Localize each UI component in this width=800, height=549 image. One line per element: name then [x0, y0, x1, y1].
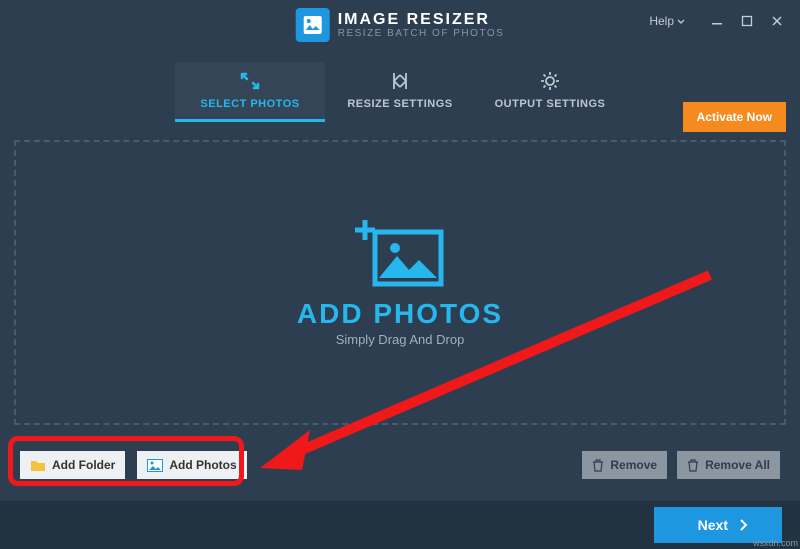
drop-subtitle: Simply Drag And Drop [336, 332, 465, 347]
watermark: wsxdn.com [753, 538, 798, 548]
app-title: IMAGE RESIZER [338, 11, 505, 29]
help-label: Help [649, 14, 674, 28]
output-icon [538, 70, 562, 92]
remove-button[interactable]: Remove [582, 451, 667, 479]
trash-icon [687, 459, 699, 472]
help-menu[interactable]: Help [641, 10, 694, 32]
maximize-button[interactable] [732, 9, 762, 33]
tab-label: OUTPUT SETTINGS [495, 98, 606, 110]
toolbar: Add Folder Add Photos Remove Remove All [0, 451, 800, 479]
trash-icon [592, 459, 604, 472]
app-logo: IMAGE RESIZER RESIZE BATCH OF PHOTOS [296, 8, 505, 42]
app-logo-icon [296, 8, 330, 42]
add-photos-button[interactable]: Add Photos [137, 451, 246, 479]
select-icon [238, 70, 262, 92]
button-label: Remove [610, 458, 657, 472]
app-subtitle: RESIZE BATCH OF PHOTOS [338, 28, 505, 39]
tab-label: RESIZE SETTINGS [347, 98, 452, 110]
button-label: Add Photos [169, 458, 236, 472]
activate-button[interactable]: Activate Now [683, 102, 786, 132]
tab-select-photos[interactable]: SELECT PHOTOS [175, 62, 325, 122]
resize-icon [388, 70, 412, 92]
footer: Next [0, 501, 800, 549]
add-folder-button[interactable]: Add Folder [20, 451, 125, 479]
add-photos-icon [355, 218, 445, 288]
folder-icon [30, 459, 46, 472]
drop-zone[interactable]: ADD PHOTOS Simply Drag And Drop [14, 140, 786, 425]
chevron-down-icon [676, 16, 686, 26]
photo-icon [147, 459, 163, 472]
remove-all-button[interactable]: Remove All [677, 451, 780, 479]
drop-title: ADD PHOTOS [297, 298, 503, 330]
button-label: Next [698, 517, 728, 533]
tab-output-settings[interactable]: OUTPUT SETTINGS [475, 62, 625, 122]
tab-bar: SELECT PHOTOS RESIZE SETTINGS OUTPUT SET… [0, 62, 800, 122]
minimize-button[interactable] [702, 9, 732, 33]
tab-label: SELECT PHOTOS [200, 98, 299, 110]
button-label: Add Folder [52, 458, 115, 472]
activate-label: Activate Now [697, 110, 772, 124]
chevron-right-icon [738, 519, 748, 531]
app-window: Help IMAGE RESIZER RESIZE BATCH OF PHOTO… [0, 0, 800, 549]
close-button[interactable] [762, 9, 792, 33]
tab-resize-settings[interactable]: RESIZE SETTINGS [325, 62, 475, 122]
button-label: Remove All [705, 458, 770, 472]
